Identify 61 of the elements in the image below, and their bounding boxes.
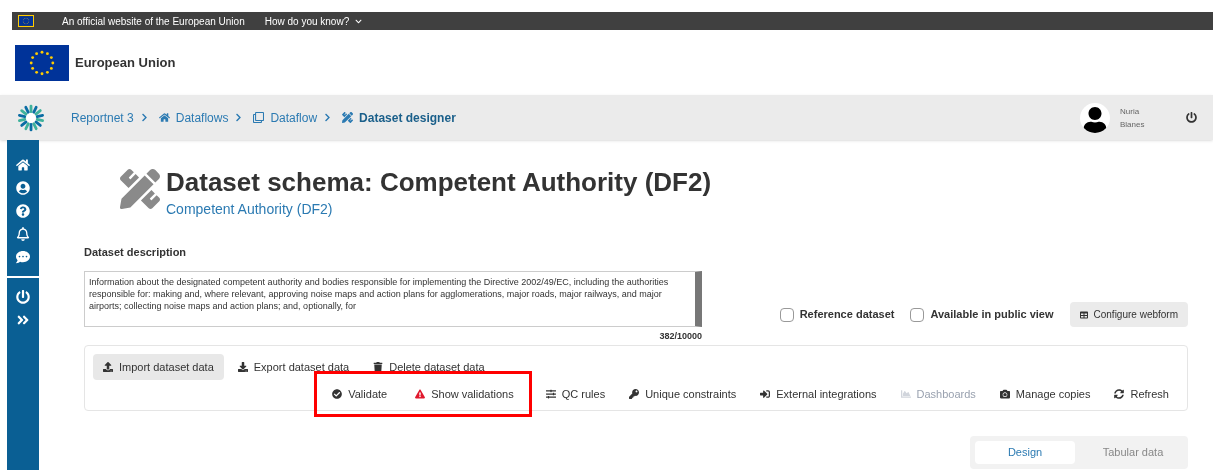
sliders-icon [545, 389, 556, 399]
toolbar-button[interactable]: QC rules [535, 381, 616, 407]
expand-icon[interactable] [16, 313, 30, 327]
breadcrumb-link[interactable]: Dataflows [175, 108, 229, 127]
checkbox[interactable] [910, 307, 925, 322]
camera-icon [999, 389, 1010, 399]
download-icon [237, 362, 248, 372]
checkbox-label: Available in public view [930, 307, 1054, 323]
toolbar-button[interactable]: Validate [322, 381, 398, 407]
toolbar-button[interactable]: Export dataset data [227, 354, 360, 380]
chevron-right-icon [323, 113, 333, 122]
flag-icon [19, 16, 33, 26]
user-icon[interactable] [16, 181, 30, 195]
power-icon[interactable] [16, 290, 30, 304]
chevron-right-icon [139, 113, 149, 122]
eu-notice: An official website of the European Union [62, 14, 245, 29]
toolbar-button[interactable]: External integrations [750, 381, 887, 407]
bell-icon[interactable] [16, 227, 30, 241]
chevron-right-icon [234, 113, 244, 122]
user-first-name: Nuria [1120, 105, 1141, 118]
flag-icon [15, 44, 69, 81]
logo-icon [17, 103, 45, 132]
user-last-name: Blanes [1120, 118, 1146, 131]
trash-icon [373, 362, 384, 372]
toolbar-button[interactable]: Import dataset data [93, 354, 224, 380]
description-label: Dataset description [84, 245, 188, 260]
table-icon [1079, 310, 1088, 319]
configure-webform-button[interactable]: Configure webform [1069, 302, 1188, 327]
toolbar-button[interactable]: Manage copies [989, 381, 1101, 407]
avatar-icon [1080, 102, 1110, 133]
character-counter: 382/10000 [659, 329, 702, 343]
page-subtitle: Competent Authority (DF2) [166, 200, 334, 219]
page-title: Dataset schema: Competent Authority (DF2) [166, 166, 712, 199]
header-title: European Union [75, 53, 176, 72]
toolbar-button[interactable]: Unique constraints [619, 381, 747, 407]
upload-icon [103, 362, 113, 372]
copy-icon [253, 112, 265, 123]
tools-icon [342, 112, 354, 123]
breadcrumb-link[interactable]: Dataflow [270, 108, 318, 127]
toolbar-button[interactable]: Refresh [1104, 381, 1179, 407]
refresh-icon [1114, 389, 1125, 399]
sign-in-icon [760, 389, 771, 399]
warning-icon [415, 389, 426, 399]
tools-icon [120, 169, 160, 209]
checkbox[interactable] [779, 307, 794, 322]
chat-icon[interactable] [16, 250, 30, 264]
description-field[interactable]: Information about the designated competent authority and bodies responsible for implementing the Directive 2002/49/EC, including the authorities responsible for: making and, where relevant, approving noise maps and action plans for agglomerations, major roads, major railways, and major airports; collecting noise maps and action plans; and, optionally, for [84, 270, 702, 327]
help-icon[interactable] [16, 204, 30, 218]
breadcrumb-link[interactable]: Reportnet 3 [71, 108, 134, 127]
logout-icon[interactable] [1186, 112, 1197, 123]
home-icon [158, 112, 170, 123]
toolbar-button[interactable]: Delete dataset data [363, 354, 495, 380]
key-icon [629, 389, 640, 399]
chart-icon [900, 389, 911, 399]
home-icon[interactable] [16, 158, 30, 172]
chevron-down-icon [355, 17, 363, 25]
toolbar-button[interactable]: Show validations [405, 381, 524, 407]
breadcrumb-link[interactable]: Dataset designer [359, 108, 456, 127]
view-tab[interactable]: Design [975, 441, 1075, 464]
checkbox-label: Reference dataset [799, 307, 895, 323]
how-do-you-know-link[interactable]: How do you know? [264, 13, 363, 29]
